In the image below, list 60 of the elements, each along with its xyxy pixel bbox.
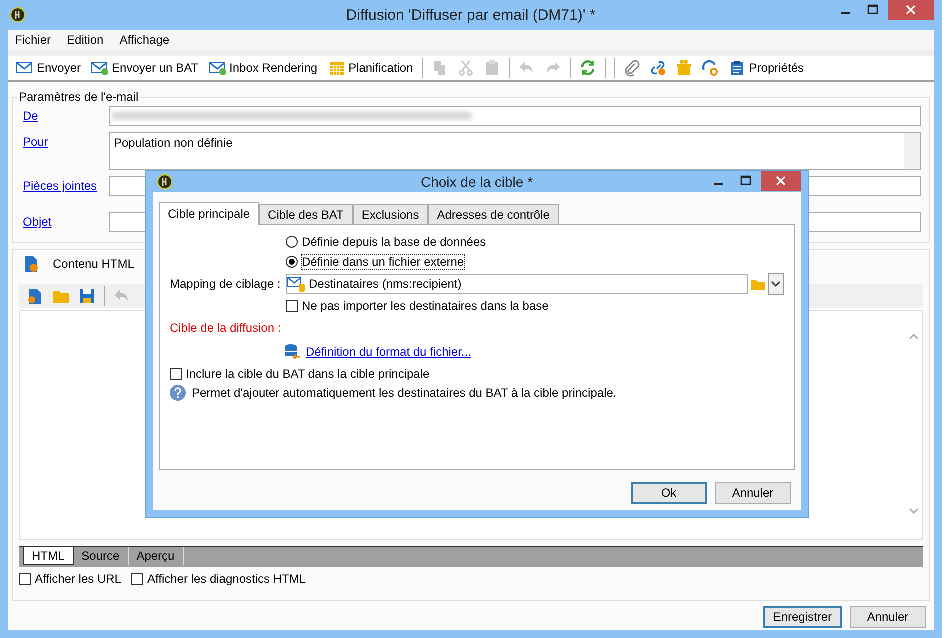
recipient-field[interactable]: Population non définie xyxy=(109,132,921,170)
menu-item[interactable]: Affichage xyxy=(118,33,171,47)
checkbox[interactable] xyxy=(170,368,182,380)
envelope-check-icon xyxy=(208,60,227,76)
content-tab[interactable]: Contenu HTML xyxy=(53,257,134,271)
field-link[interactable]: De xyxy=(23,106,109,123)
radio-label: Définie depuis la base de données xyxy=(302,235,486,249)
radio-label: Définie dans un fichier externe xyxy=(302,255,464,269)
view-tab[interactable]: Aperçu xyxy=(128,547,184,565)
toolbar-button[interactable]: Propriétés xyxy=(724,57,808,79)
group-title: Paramètres de l'e-mail xyxy=(18,90,140,104)
close-button[interactable] xyxy=(888,0,934,20)
tab[interactable]: Exclusions xyxy=(352,204,428,224)
checkbox-label: Inclure la cible du BAT dans la cible principale xyxy=(186,367,430,381)
menu-item[interactable]: Fichier xyxy=(14,33,52,47)
envelope-database-icon xyxy=(287,276,307,292)
radio-button[interactable] xyxy=(286,256,298,268)
menu-item[interactable]: Edition xyxy=(66,33,105,47)
field-label: Mapping de ciblage : xyxy=(170,277,282,291)
save-button[interactable]: Enregistrer xyxy=(763,606,842,628)
checkbox[interactable] xyxy=(19,573,31,585)
toolbar-button[interactable]: Envoyer xyxy=(12,57,86,79)
sender-field[interactable] xyxy=(109,106,921,126)
checkbox[interactable] xyxy=(131,573,144,585)
section-label: Cible de la diffusion : xyxy=(170,321,282,335)
field-link[interactable]: Pièces jointes xyxy=(23,176,109,193)
toolbar-button[interactable]: Inbox Rendering xyxy=(204,57,322,79)
toolbar-button[interactable]: Envoyer un BAT xyxy=(87,57,203,79)
view-tab[interactable]: HTML xyxy=(23,547,74,565)
checkbox-label: Afficher les diagnostics HTML xyxy=(147,572,306,586)
checkbox-label: Afficher les URL xyxy=(35,572,122,586)
dropdown-button[interactable] xyxy=(768,273,784,295)
app-logo-icon xyxy=(157,174,173,190)
html-file-icon xyxy=(23,255,39,273)
field-link[interactable]: Objet xyxy=(23,212,109,229)
dialog-title: Choix de la cible * xyxy=(420,174,534,190)
scrollbar[interactable] xyxy=(904,133,920,169)
view-tab[interactable]: Source xyxy=(74,547,129,565)
tab[interactable]: Adresses de contrôle xyxy=(428,204,559,224)
close-button[interactable] xyxy=(761,171,801,191)
calendar-icon xyxy=(328,60,346,76)
database-arrow-icon xyxy=(284,343,302,361)
file-format-link[interactable]: Définition du format du fichier... xyxy=(306,345,472,359)
radio-button[interactable] xyxy=(286,236,298,248)
tab[interactable]: Cible des BAT xyxy=(259,204,353,224)
envelope-icon xyxy=(16,60,34,76)
help-text: Permet d'ajouter automatiquement les destinataires du BAT à la cible principale. xyxy=(192,386,617,400)
checkbox-label: Ne pas importer les destinataires dans la base xyxy=(302,299,549,313)
window-title: Diffusion 'Diffuser par email (DM71)' * xyxy=(346,6,596,24)
tab[interactable]: Cible principale xyxy=(159,202,260,225)
help-icon xyxy=(170,385,186,401)
cancel-button[interactable]: Annuler xyxy=(850,606,926,628)
toolbar-button[interactable]: Planification xyxy=(324,57,418,79)
app-logo-icon xyxy=(10,7,26,23)
checkbox[interactable] xyxy=(286,300,298,312)
cancel-button[interactable]: Annuler xyxy=(715,482,791,504)
envelope-check-icon xyxy=(91,60,110,76)
ok-button[interactable]: Ok xyxy=(631,482,707,504)
field-link[interactable]: Pour xyxy=(23,132,109,149)
mapping-combo[interactable]: Destinataires (nms:recipient) xyxy=(286,274,748,294)
